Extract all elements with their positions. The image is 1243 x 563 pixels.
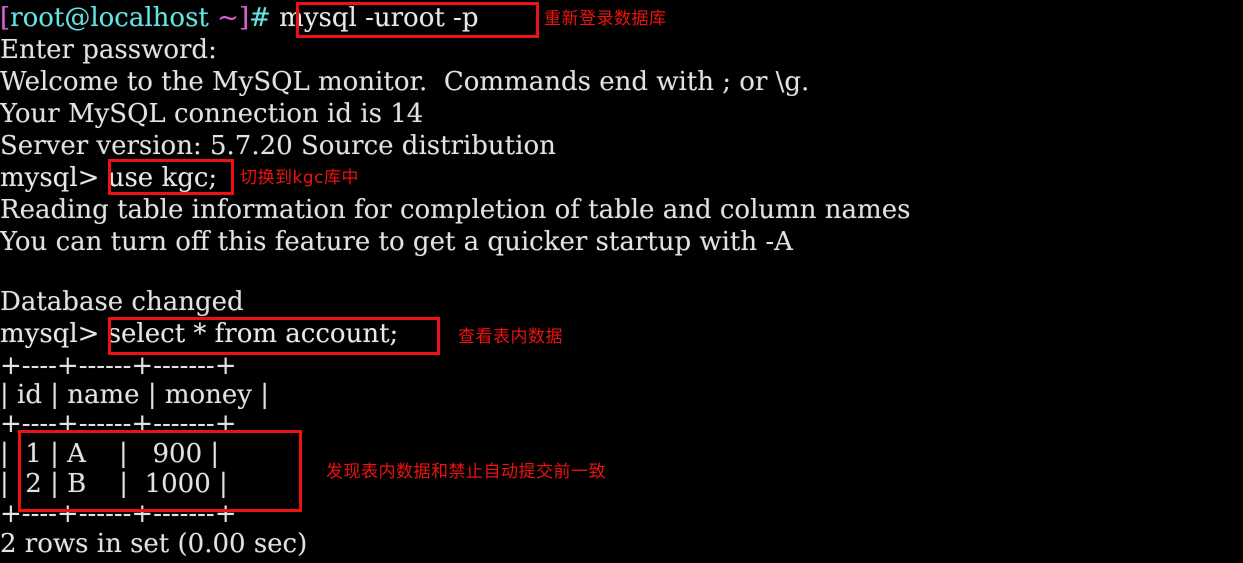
prompt-bracket-open-icon: [ [0,3,11,33]
line-turn-off: You can turn off this feature to get a q… [0,227,793,257]
prompt-path: ~ [208,3,239,33]
annotation-consistent: 发现表内数据和禁止自动提交前一致 [326,462,606,482]
mysql-prompt-2: mysql> [0,319,108,349]
line-reading-table: Reading table information for completion… [0,195,911,225]
line-enter-password: Enter password: [0,35,217,65]
annotation-switch-db: 切换到kgc库中 [240,168,359,188]
shell-prompt-line: [root@localhost ~]# mysql -uroot -p [0,2,479,34]
prompt-user-host: root@localhost [10,3,209,33]
mysql-prompt-1: mysql> [0,163,108,193]
table-bottom-border: +----+------+-------+ [0,499,237,529]
prompt-bracket-close-icon: ] [238,3,250,33]
select-query-command: select * from account; [107,319,399,349]
shell-command-text: mysql -uroot -p [279,3,479,33]
line-database-changed: Database changed [0,287,244,317]
line-connection-id: Your MySQL connection id is 14 [0,99,424,129]
table-header-row: | id | name | money | [0,380,270,410]
table-top-border: +----+------+-------+ [0,351,237,381]
mysql-select-line: mysql> select * from account; [0,318,398,350]
mysql-use-line: mysql> use kgc; [0,162,217,194]
line-welcome: Welcome to the MySQL monitor. Commands e… [0,67,810,97]
table-row: | 1 | A | 900 | [0,439,220,469]
annotation-relogin: 重新登录数据库 [544,9,667,29]
annotation-view-data: 查看表内数据 [458,327,563,347]
shell-command-spacer [271,3,279,33]
result-status-line: 2 rows in set (0.00 sec) [0,529,308,559]
table-header-border: +----+------+-------+ [0,409,237,439]
prompt-hash-icon: # [249,3,271,33]
table-row: | 2 | B | 1000 | [0,469,228,499]
line-server-version: Server version: 5.7.20 Source distributi… [0,131,556,161]
use-database-command: use kgc; [107,163,218,193]
terminal-window[interactable]: [root@localhost ~]# mysql -uroot -p Ente… [0,0,1243,563]
